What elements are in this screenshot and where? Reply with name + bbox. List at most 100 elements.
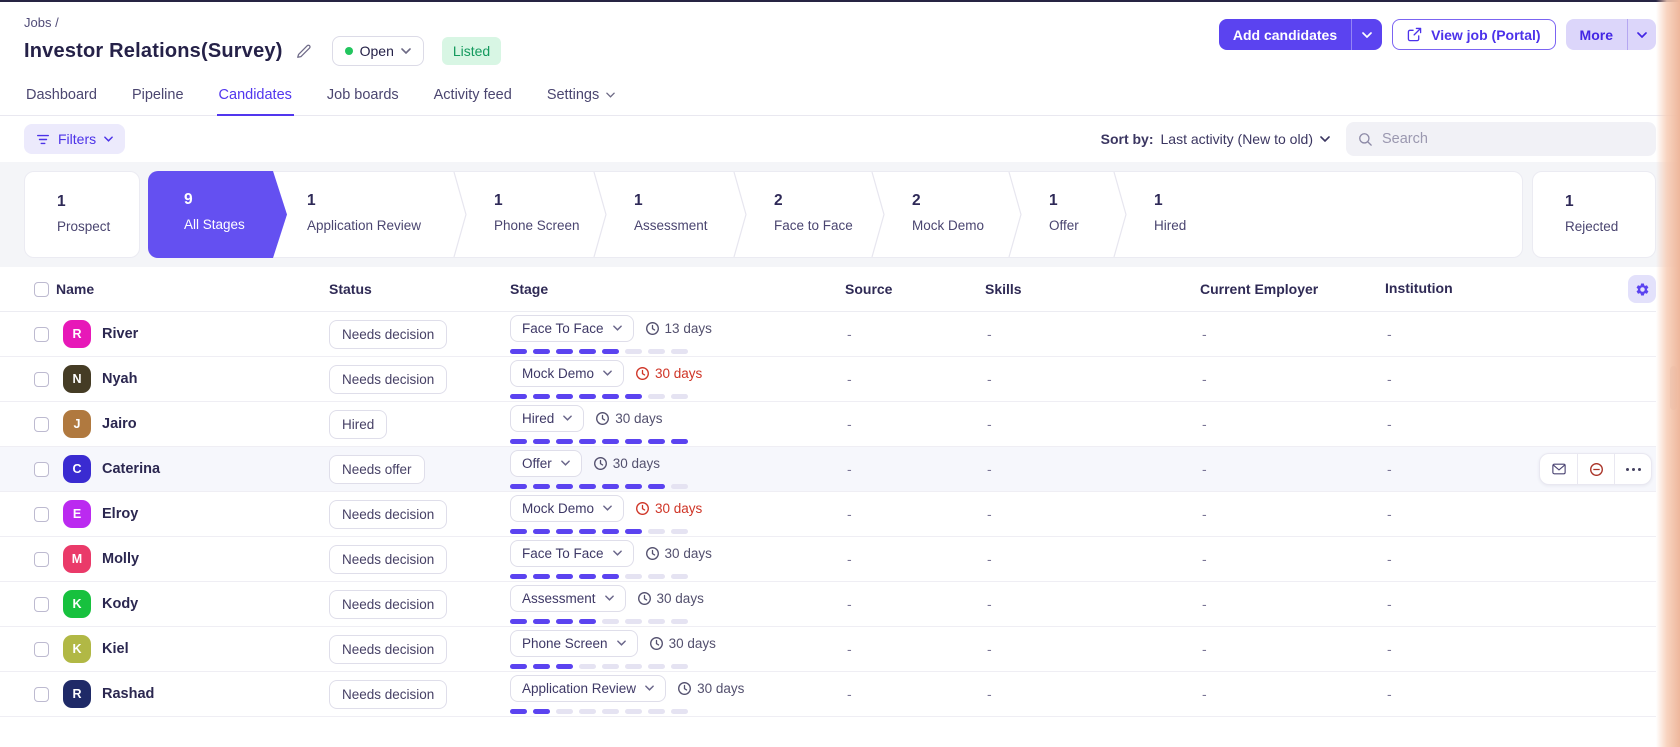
table-row[interactable]: E Elroy Needs decision Mock Demo 30 days - - - -: [0, 492, 1656, 537]
row-checkbox[interactable]: [34, 551, 49, 567]
cell-current-employer: -: [1202, 506, 1207, 522]
progress-dash: [556, 708, 573, 714]
row-checkbox[interactable]: [34, 326, 49, 342]
candidate-name[interactable]: Kody: [102, 596, 138, 612]
candidate-name[interactable]: Jairo: [102, 416, 137, 432]
tab-settings[interactable]: Settings: [545, 78, 617, 116]
progress-dash: [671, 528, 688, 534]
table-row[interactable]: M Molly Needs decision Face To Face 30 days -…: [0, 537, 1656, 582]
disqualify-candidate-button[interactable]: [1577, 454, 1614, 484]
stage-dropdown[interactable]: Application Review: [510, 674, 667, 702]
tab-activity-feed[interactable]: Activity feed: [432, 78, 514, 116]
tab-job-boards[interactable]: Job boards: [325, 78, 401, 116]
add-candidates-button[interactable]: Add candidates: [1218, 19, 1383, 50]
candidate-name[interactable]: Rashad: [102, 686, 154, 702]
stage-card-rejected[interactable]: 1 Rejected: [1532, 171, 1656, 258]
stage-segment-assessment[interactable]: 1 Assessment: [600, 172, 747, 257]
row-checkbox[interactable]: [34, 596, 49, 612]
avatar: K: [63, 590, 91, 618]
tab-pipeline[interactable]: Pipeline: [130, 78, 186, 116]
stage-segment-phone-screen[interactable]: 1 Phone Screen: [460, 172, 607, 257]
stage-dropdown[interactable]: Hired: [510, 404, 585, 432]
table-row[interactable]: R River Needs decision Face To Face 13 days -…: [0, 312, 1656, 357]
row-checkbox[interactable]: [34, 686, 49, 702]
table-row[interactable]: C Caterina Needs offer Offer 30 days - - - -: [0, 447, 1656, 492]
progress-dash: [671, 663, 688, 669]
row-checkbox[interactable]: [34, 416, 49, 432]
progress-dash: [533, 618, 550, 624]
more-button[interactable]: More: [1565, 19, 1656, 50]
sort-by-value: Last activity (New to old): [1160, 131, 1314, 147]
progress-dash: [671, 483, 688, 489]
table-row[interactable]: N Nyah Needs decision Mock Demo 30 days - - - -: [0, 357, 1656, 402]
progress-dash: [602, 573, 619, 579]
candidate-name[interactable]: Caterina: [102, 461, 160, 477]
progress-dash: [579, 618, 596, 624]
stage-count: 1: [634, 192, 643, 209]
stage-segment-offer[interactable]: 1 Offer: [1015, 172, 1127, 257]
stage-segment-face-to-face[interactable]: 2 Face to Face: [740, 172, 885, 257]
row-more-actions-button[interactable]: [1614, 454, 1651, 484]
progress-dash: [533, 708, 550, 714]
email-candidate-button[interactable]: [1540, 454, 1577, 484]
tab-candidates[interactable]: Candidates: [216, 78, 294, 116]
job-status-dropdown[interactable]: Open: [331, 36, 424, 66]
stage-dropdown[interactable]: Assessment: [510, 584, 626, 612]
row-checkbox[interactable]: [34, 461, 49, 477]
progress-dash: [556, 663, 573, 669]
status-badge: Needs decision: [329, 634, 448, 664]
stage-dropdown[interactable]: Face To Face: [510, 314, 634, 342]
progress-dash: [625, 663, 642, 669]
candidate-name[interactable]: Nyah: [102, 371, 137, 387]
stage-dropdown[interactable]: Phone Screen: [510, 629, 638, 657]
candidate-name[interactable]: River: [102, 326, 138, 342]
table-row[interactable]: R Rashad Needs decision Application Review 3…: [0, 672, 1656, 717]
cell-institution: -: [1387, 416, 1392, 432]
progress-dash: [602, 438, 619, 444]
stage-label: All Stages: [184, 217, 245, 232]
stage-segment-mock-demo[interactable]: 2 Mock Demo: [878, 172, 1022, 257]
stage-segment-application-review[interactable]: 1 Application Review: [273, 172, 467, 257]
row-checkbox[interactable]: [34, 371, 49, 387]
stage-card-prospect[interactable]: 1 Prospect: [24, 171, 140, 258]
select-all-checkbox[interactable]: [34, 281, 49, 297]
row-checkbox[interactable]: [34, 641, 49, 657]
breadcrumb[interactable]: Jobs /: [24, 15, 501, 30]
chevron-down-icon: [645, 685, 654, 691]
days-in-stage: 13 days: [645, 321, 712, 336]
table-row[interactable]: J Jairo Hired Hired 30 days - - - -: [0, 402, 1656, 447]
pipeline-stage-filters: 1 Prospect 9 All Stages 1 Application Revie…: [0, 162, 1680, 267]
view-job-button[interactable]: View job (Portal): [1392, 19, 1556, 50]
stage-dropdown[interactable]: Mock Demo: [510, 359, 625, 387]
chevron-down-icon: [1320, 136, 1330, 142]
stage-dropdown[interactable]: Face To Face: [510, 539, 634, 567]
stage-segment-hired[interactable]: 1 Hired: [1120, 172, 1522, 257]
stage-dropdown[interactable]: Mock Demo: [510, 494, 625, 522]
status-badge: Needs offer: [329, 454, 425, 484]
filters-button[interactable]: Filters: [24, 124, 126, 154]
status-badge: Needs decision: [329, 499, 448, 529]
progress-dash: [625, 573, 642, 579]
scrollbar-thumb[interactable]: [1670, 366, 1677, 410]
add-candidates-dropdown[interactable]: [1352, 31, 1382, 38]
table-row[interactable]: K Kody Needs decision Assessment 30 days - - - -: [0, 582, 1656, 627]
clock-icon: [593, 456, 607, 470]
stage-dropdown[interactable]: Offer: [510, 449, 582, 477]
progress-dash: [648, 573, 665, 579]
stage-segment-all-stages[interactable]: 9 All Stages: [148, 171, 287, 258]
edit-title-icon[interactable]: [295, 43, 312, 60]
search-icon: [1358, 132, 1373, 147]
candidate-name[interactable]: Molly: [102, 551, 139, 567]
candidate-name[interactable]: Kiel: [102, 641, 129, 657]
row-checkbox[interactable]: [34, 506, 49, 522]
more-dropdown[interactable]: [1628, 31, 1656, 38]
table-row[interactable]: K Kiel Needs decision Phone Screen 30 days - -…: [0, 627, 1656, 672]
progress-dash: [579, 663, 596, 669]
table-settings-gear-icon[interactable]: [1628, 275, 1656, 303]
stage-count: 2: [774, 192, 783, 209]
tab-dashboard[interactable]: Dashboard: [24, 78, 99, 116]
candidate-name[interactable]: Elroy: [102, 506, 138, 522]
sort-by-dropdown[interactable]: Sort by: Last activity (New to old): [1101, 131, 1330, 147]
status-dot: [344, 47, 353, 55]
search-input[interactable]: [1382, 131, 1644, 147]
